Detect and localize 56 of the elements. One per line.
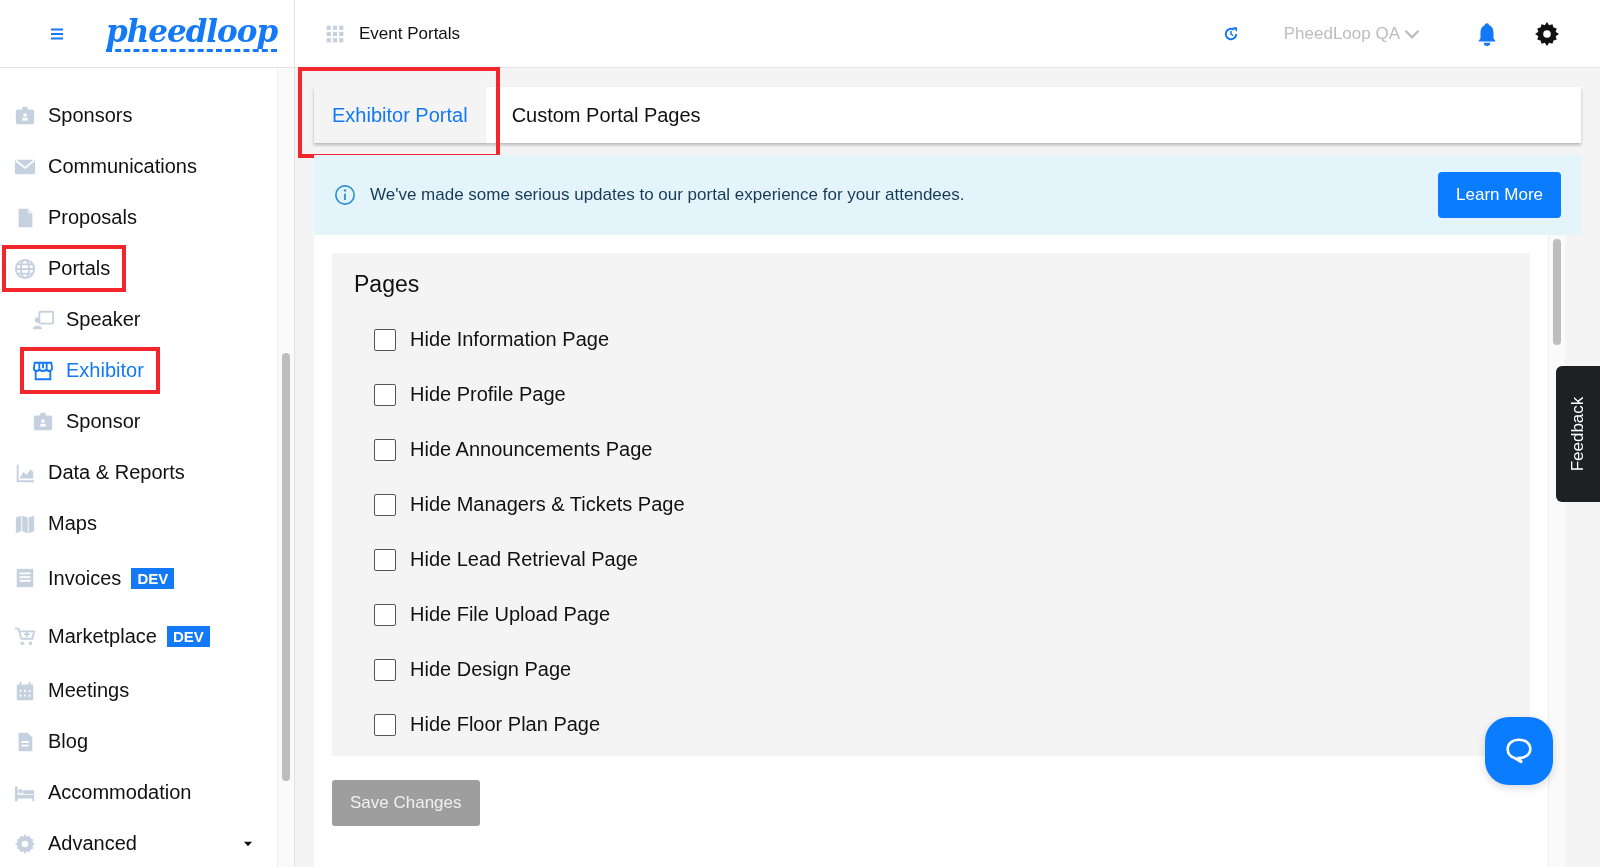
checkbox[interactable] <box>374 603 396 626</box>
checkbox-label: Hide Design Page <box>410 658 572 681</box>
checkbox[interactable] <box>374 658 396 681</box>
cart-icon <box>14 625 36 647</box>
sidebar-item[interactable]: Data & Reports <box>14 461 185 484</box>
info-icon <box>334 184 356 206</box>
logo: pheedloop <box>106 15 278 52</box>
learn-more-button[interactable]: Learn More <box>1438 172 1561 218</box>
checkbox-label: Hide File Upload Page <box>410 603 611 626</box>
sidebar-item[interactable]: Sponsor <box>32 410 141 433</box>
sidebar-item[interactable]: Speaker <box>32 308 141 331</box>
checkbox-label: Hide Announcements Page <box>410 438 653 461</box>
storefront-icon <box>32 359 54 382</box>
section-title: Pages <box>354 271 421 298</box>
presenter-icon <box>32 308 54 331</box>
sidebar-item[interactable]: Advanced <box>14 832 137 855</box>
receipt-icon <box>14 567 36 589</box>
dev-badge: DEV <box>166 625 210 647</box>
checkbox-label: Hide Lead Retrieval Page <box>410 548 638 571</box>
banner-message: We've made some serious updates to our portal experience for your attendees. <box>370 185 965 205</box>
checkbox-label: Hide Profile Page <box>410 383 566 406</box>
dev-badge: DEV <box>131 567 175 589</box>
sidebar-item[interactable]: Sponsors <box>14 104 133 127</box>
sidebar-item[interactable]: Meetings <box>14 679 130 702</box>
scrollbar-thumb[interactable] <box>282 353 291 781</box>
sidebar-item[interactable]: Communications <box>14 155 197 178</box>
sidebar-item[interactable]: Proposals <box>14 206 137 229</box>
sidebar-item[interactable]: Marketplace <box>14 624 157 648</box>
sidebar-item[interactable]: Maps <box>14 512 97 535</box>
scrollbar-thumb[interactable] <box>1553 239 1561 345</box>
gear-icon <box>14 832 36 855</box>
checkbox[interactable] <box>374 438 396 461</box>
settings-icon[interactable] <box>1534 20 1560 47</box>
sidebar-item[interactable]: Exhibitor <box>20 347 160 394</box>
page-title: Event Portals <box>359 23 461 44</box>
sidebar-item[interactable]: Blog <box>14 730 89 753</box>
sidebar-item[interactable]: Accommodation <box>14 781 192 804</box>
checkbox[interactable] <box>374 713 396 736</box>
badge-icon <box>32 410 54 433</box>
checkbox-label: Hide Information Page <box>410 328 609 351</box>
sidebar-item[interactable]: Invoices <box>14 566 122 590</box>
feedback-tab[interactable]: Feedback <box>1556 366 1600 502</box>
sidebar-item[interactable]: Portals <box>2 245 127 292</box>
checkbox[interactable] <box>374 383 396 406</box>
checkbox-label: Hide Floor Plan Page <box>410 713 601 736</box>
tab[interactable]: Exhibitor Portal <box>298 67 500 158</box>
checkbox[interactable] <box>374 328 396 351</box>
checkbox[interactable] <box>374 493 396 516</box>
chat-button[interactable] <box>1485 717 1553 785</box>
badge-icon <box>14 104 36 127</box>
chevron-down-icon <box>1404 28 1420 39</box>
checkbox-label: Hide Managers & Tickets Page <box>410 493 685 516</box>
calendar-icon <box>14 679 36 702</box>
globe-icon <box>14 257 36 280</box>
tab[interactable]: Custom Portal Pages <box>499 87 713 143</box>
checkbox[interactable] <box>374 548 396 571</box>
